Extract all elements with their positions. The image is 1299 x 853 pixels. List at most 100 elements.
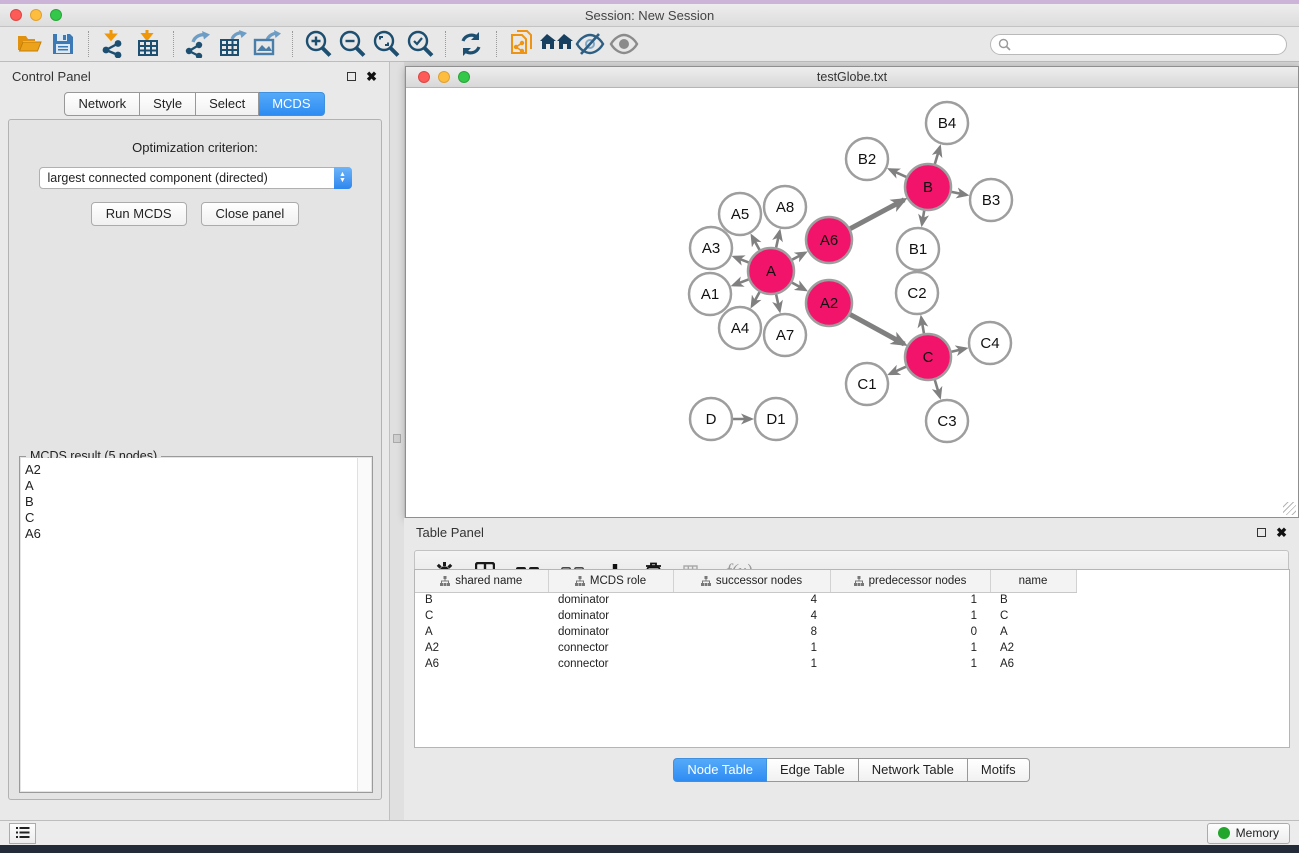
run-mcds-button[interactable]: Run MCDS [91, 202, 187, 226]
table-cell[interactable]: B [415, 592, 548, 608]
graph-node-A6[interactable]: A6 [806, 217, 852, 263]
table-row[interactable]: A6connector11A6 [415, 656, 1099, 672]
show-all-icon[interactable] [607, 29, 641, 59]
mcds-result-item[interactable]: C [25, 510, 357, 526]
float-panel-icon[interactable] [347, 72, 356, 81]
mcds-result-item[interactable]: A6 [25, 526, 357, 542]
optimization-criterion-select[interactable]: largest connected component (directed) ▲… [39, 167, 352, 189]
graph-edge-B-B2[interactable] [890, 169, 906, 177]
import-network-icon[interactable] [97, 29, 131, 59]
zoom-selected-icon[interactable] [403, 29, 437, 59]
column-header-name[interactable]: name [990, 570, 1076, 592]
open-session-icon[interactable] [12, 29, 46, 59]
search-input[interactable] [990, 34, 1287, 55]
graph-node-C1[interactable]: C1 [846, 363, 888, 405]
graph-edge-A-A2[interactable] [792, 283, 805, 290]
table-cell[interactable]: A6 [415, 656, 548, 672]
network-graph[interactable]: AA1A2A3A4A5A6A7A8BB1B2B3B4CC1C2C3C4DD1 [406, 89, 1298, 517]
first-neighbors-icon[interactable] [539, 29, 573, 59]
graph-node-C4[interactable]: C4 [969, 322, 1011, 364]
mcds-result-list[interactable]: A2ABCA6 [21, 458, 357, 791]
graph-node-C3[interactable]: C3 [926, 400, 968, 442]
zoom-out-icon[interactable] [335, 29, 369, 59]
close-panel-button[interactable]: Close panel [201, 202, 300, 226]
table-cell[interactable]: 8 [673, 624, 830, 640]
graph-edge-B-B4[interactable] [935, 147, 940, 164]
table-row[interactable]: Adominator80A [415, 624, 1099, 640]
table-cell[interactable]: 1 [673, 640, 830, 656]
column-header-MCDS-role[interactable]: MCDS role [548, 570, 673, 592]
table-row[interactable]: Cdominator41C [415, 608, 1099, 624]
hide-selected-icon[interactable] [573, 29, 607, 59]
graph-edge-A-A4[interactable] [752, 292, 760, 306]
graph-edge-A2-C[interactable] [850, 314, 904, 344]
graph-edge-A-A6[interactable] [792, 253, 805, 260]
table-cell[interactable]: dominator [548, 608, 673, 624]
tab-select[interactable]: Select [196, 92, 259, 116]
tab-edge-table[interactable]: Edge Table [767, 758, 859, 782]
graph-node-A2[interactable]: A2 [806, 280, 852, 326]
tab-network-table[interactable]: Network Table [859, 758, 968, 782]
table-cell[interactable]: 1 [830, 592, 990, 608]
tab-network[interactable]: Network [64, 92, 140, 116]
window-resize-grip[interactable] [1283, 502, 1296, 515]
close-panel-icon[interactable]: ✖ [366, 72, 377, 81]
memory-button[interactable]: Memory [1207, 823, 1290, 844]
graph-node-B3[interactable]: B3 [970, 179, 1012, 221]
table-cell[interactable]: A2 [415, 640, 548, 656]
graph-node-A5[interactable]: A5 [719, 193, 761, 235]
graph-edge-A-A1[interactable] [733, 279, 748, 285]
table-cell[interactable]: 4 [673, 608, 830, 624]
graph-node-C[interactable]: C [905, 334, 951, 380]
mcds-result-item[interactable]: A [25, 478, 357, 494]
graph-edge-B-B1[interactable] [922, 211, 924, 225]
table-row[interactable]: Bdominator41B [415, 592, 1099, 608]
export-network-icon[interactable] [182, 29, 216, 59]
save-session-icon[interactable] [46, 29, 80, 59]
table-cell[interactable]: connector [548, 640, 673, 656]
graph-edge-C-C1[interactable] [890, 367, 906, 374]
export-table-icon[interactable] [216, 29, 250, 59]
table-cell[interactable]: A2 [990, 640, 1076, 656]
splitter-handle[interactable] [393, 434, 401, 443]
task-history-button[interactable] [9, 823, 36, 844]
graph-edge-A-A8[interactable] [776, 231, 780, 247]
float-table-panel-icon[interactable] [1257, 528, 1266, 537]
graph-node-A3[interactable]: A3 [690, 227, 732, 269]
table-cell[interactable]: connector [548, 656, 673, 672]
close-table-panel-icon[interactable]: ✖ [1276, 528, 1287, 537]
graph-node-C2[interactable]: C2 [896, 272, 938, 314]
tab-motifs[interactable]: Motifs [968, 758, 1030, 782]
table-cell[interactable]: A [415, 624, 548, 640]
graph-edge-C-C2[interactable] [921, 318, 924, 334]
table-cell[interactable]: 1 [673, 656, 830, 672]
column-header-successor-nodes[interactable]: successor nodes [673, 570, 830, 592]
table-cell[interactable]: dominator [548, 624, 673, 640]
table-cell[interactable]: 1 [830, 656, 990, 672]
graph-node-A1[interactable]: A1 [689, 273, 731, 315]
graph-edge-A-A5[interactable] [752, 236, 760, 250]
import-table-icon[interactable] [131, 29, 165, 59]
column-header-predecessor-nodes[interactable]: predecessor nodes [830, 570, 990, 592]
tab-mcds[interactable]: MCDS [259, 92, 324, 116]
tab-style[interactable]: Style [140, 92, 196, 116]
table-cell[interactable]: 1 [830, 608, 990, 624]
graph-node-B[interactable]: B [905, 164, 951, 210]
table-cell[interactable]: A [990, 624, 1076, 640]
zoom-in-icon[interactable] [301, 29, 335, 59]
network-canvas[interactable]: AA1A2A3A4A5A6A7A8BB1B2B3B4CC1C2C3C4DD1 [406, 89, 1298, 517]
table-cell[interactable]: 1 [830, 640, 990, 656]
zoom-fit-icon[interactable] [369, 29, 403, 59]
export-image-icon[interactable] [250, 29, 284, 59]
graph-node-B1[interactable]: B1 [897, 228, 939, 270]
table-cell[interactable]: A6 [990, 656, 1076, 672]
graph-node-D1[interactable]: D1 [755, 398, 797, 440]
graph-node-A[interactable]: A [748, 248, 794, 294]
table-cell[interactable]: B [990, 592, 1076, 608]
table-cell[interactable]: 0 [830, 624, 990, 640]
refresh-icon[interactable] [454, 29, 488, 59]
graph-node-A7[interactable]: A7 [764, 314, 806, 356]
result-scrollbar[interactable] [357, 458, 371, 791]
graph-node-A4[interactable]: A4 [719, 307, 761, 349]
mcds-result-item[interactable]: A2 [25, 462, 357, 478]
